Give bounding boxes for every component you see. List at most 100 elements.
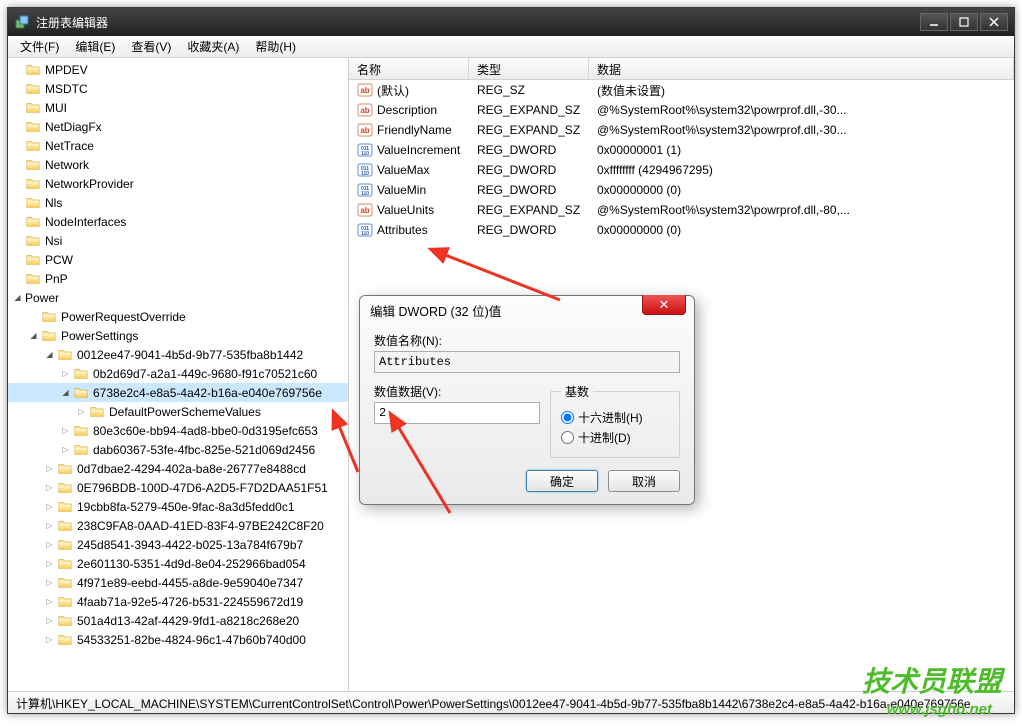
cancel-button[interactable]: 取消 — [608, 470, 680, 492]
col-name[interactable]: 名称 — [349, 58, 469, 79]
value-type: REG_DWORD — [469, 183, 589, 197]
tree-item[interactable]: 19cbb8fa-5279-450e-9fac-8a3d5fedd0c1 — [8, 497, 348, 516]
tree-item[interactable]: PowerSettings — [8, 326, 348, 345]
tree-item[interactable]: 0E796BDB-100D-47D6-A2D5-F7D2DAA51F51 — [8, 478, 348, 497]
tree-label: PCW — [45, 253, 73, 267]
value-type: REG_DWORD — [469, 163, 589, 177]
menubar[interactable]: 文件(F) 编辑(E) 查看(V) 收藏夹(A) 帮助(H) — [8, 36, 1014, 58]
tree-item[interactable]: PCW — [8, 250, 348, 269]
radio-hex-row[interactable]: 十六进制(H) — [561, 409, 669, 426]
tree-panel[interactable]: MPDEVMSDTCMUINetDiagFxNetTraceNetworkNet… — [8, 58, 349, 691]
expander-icon[interactable] — [60, 387, 71, 398]
tree-item[interactable]: 501a4d13-42af-4429-9fd1-a8218c268e20 — [8, 611, 348, 630]
tree-item[interactable]: 54533251-82be-4824-96c1-47b60b740d00 — [8, 630, 348, 649]
expander-icon[interactable] — [44, 596, 55, 607]
tree-label: 2e601130-5351-4d9d-8e04-252966bad054 — [77, 557, 306, 571]
value-name: ValueIncrement — [377, 143, 460, 157]
tree-item[interactable]: 0012ee47-9041-4b5d-9b77-535fba8b1442 — [8, 345, 348, 364]
tree-item[interactable]: 6738e2c4-e8a5-4a42-b16a-e040e769756e — [8, 383, 348, 402]
tree-item[interactable]: MSDTC — [8, 79, 348, 98]
menu-view[interactable]: 查看(V) — [123, 36, 179, 57]
expander-icon[interactable] — [44, 463, 55, 474]
tree-item[interactable]: PnP — [8, 269, 348, 288]
value-data-input[interactable] — [374, 402, 540, 424]
ok-button[interactable]: 确定 — [526, 470, 598, 492]
menu-edit[interactable]: 编辑(E) — [67, 36, 123, 57]
folder-icon — [25, 196, 41, 210]
menu-file[interactable]: 文件(F) — [12, 36, 67, 57]
tree-label: Power — [25, 291, 59, 305]
maximize-button[interactable] — [950, 13, 978, 31]
menu-help[interactable]: 帮助(H) — [247, 36, 304, 57]
radio-hex[interactable] — [561, 411, 574, 424]
dialog-close-button[interactable]: ✕ — [642, 295, 686, 315]
expander-icon[interactable] — [60, 444, 71, 455]
expander-icon[interactable] — [60, 368, 71, 379]
tree-label: PowerRequestOverride — [61, 310, 186, 324]
tree-item[interactable]: Nsi — [8, 231, 348, 250]
list-row[interactable]: (默认)REG_SZ(数值未设置) — [349, 80, 1014, 100]
expander-icon[interactable] — [44, 501, 55, 512]
tree-item[interactable]: 0d7dbae2-4294-402a-ba8e-26777e8488cd — [8, 459, 348, 478]
list-row[interactable]: ValueIncrementREG_DWORD0x00000001 (1) — [349, 140, 1014, 160]
value-name: (默认) — [377, 82, 409, 99]
tree-item[interactable]: NetDiagFx — [8, 117, 348, 136]
list-row[interactable]: ValueMinREG_DWORD0x00000000 (0) — [349, 180, 1014, 200]
expander-icon[interactable] — [44, 520, 55, 531]
list-row[interactable]: AttributesREG_DWORD0x00000000 (0) — [349, 220, 1014, 240]
tree-item[interactable]: 4faab71a-92e5-4726-b531-224559672d19 — [8, 592, 348, 611]
value-data: 0x00000000 (0) — [589, 183, 1014, 197]
tree-item[interactable]: 80e3c60e-bb94-4ad8-bbe0-0d3195efc653 — [8, 421, 348, 440]
base-legend: 基数 — [561, 383, 593, 400]
tree-item[interactable]: 238C9FA8-0AAD-41ED-83F4-97BE242C8F20 — [8, 516, 348, 535]
expander-icon[interactable] — [44, 482, 55, 493]
folder-icon — [57, 462, 73, 476]
tree-item[interactable]: NetworkProvider — [8, 174, 348, 193]
tree-item[interactable]: Nls — [8, 193, 348, 212]
titlebar[interactable]: 注册表编辑器 — [8, 8, 1014, 36]
tree-item[interactable]: DefaultPowerSchemeValues — [8, 402, 348, 421]
tree-item[interactable]: NetTrace — [8, 136, 348, 155]
folder-icon — [57, 595, 73, 609]
expander-icon[interactable] — [60, 425, 71, 436]
expander-icon[interactable] — [44, 634, 55, 645]
expander-icon[interactable] — [44, 539, 55, 550]
tree-item[interactable]: MPDEV — [8, 60, 348, 79]
tree-item[interactable]: 4f971e89-eebd-4455-a8de-9e59040e7347 — [8, 573, 348, 592]
tree-item[interactable]: Network — [8, 155, 348, 174]
expander-icon[interactable] — [28, 330, 39, 341]
tree-item[interactable]: dab60367-53fe-4fbc-825e-521d069d2456 — [8, 440, 348, 459]
expander-icon[interactable] — [44, 558, 55, 569]
radio-dec-row[interactable]: 十进制(D) — [561, 429, 669, 446]
expander-icon[interactable] — [12, 292, 23, 303]
expander-icon[interactable] — [44, 615, 55, 626]
list-row[interactable]: ValueUnitsREG_EXPAND_SZ@%SystemRoot%\sys… — [349, 200, 1014, 220]
value-name: Description — [377, 103, 437, 117]
tree-item[interactable]: MUI — [8, 98, 348, 117]
tree-item[interactable]: 0b2d69d7-a2a1-449c-9680-f91c70521c60 — [8, 364, 348, 383]
tree-item[interactable]: 245d8541-3943-4422-b025-13a784f679b7 — [8, 535, 348, 554]
value-type: REG_EXPAND_SZ — [469, 203, 589, 217]
list-row[interactable]: DescriptionREG_EXPAND_SZ@%SystemRoot%\sy… — [349, 100, 1014, 120]
expander-icon[interactable] — [44, 349, 55, 360]
col-type[interactable]: 类型 — [469, 58, 589, 79]
tree-item[interactable]: 2e601130-5351-4d9d-8e04-252966bad054 — [8, 554, 348, 573]
tree-label: 4faab71a-92e5-4726-b531-224559672d19 — [77, 595, 303, 609]
radio-dec[interactable] — [561, 431, 574, 444]
list-row[interactable]: ValueMaxREG_DWORD0xffffffff (4294967295) — [349, 160, 1014, 180]
menu-favorites[interactable]: 收藏夹(A) — [179, 36, 247, 57]
value-name-input[interactable] — [374, 351, 680, 373]
minimize-button[interactable] — [920, 13, 948, 31]
col-data[interactable]: 数据 — [589, 58, 1014, 79]
tree-item[interactable]: PowerRequestOverride — [8, 307, 348, 326]
tree-label: 54533251-82be-4824-96c1-47b60b740d00 — [77, 633, 306, 647]
close-button[interactable] — [980, 13, 1008, 31]
folder-icon — [25, 272, 41, 286]
tree-item[interactable]: Power — [8, 288, 348, 307]
expander-icon[interactable] — [44, 577, 55, 588]
expander-icon[interactable] — [76, 406, 87, 417]
edit-dword-dialog[interactable]: ✕ 编辑 DWORD (32 位)值 数值名称(N): 数值数据(V): 基数 … — [359, 295, 695, 505]
list-header[interactable]: 名称 类型 数据 — [349, 58, 1014, 80]
list-row[interactable]: FriendlyNameREG_EXPAND_SZ@%SystemRoot%\s… — [349, 120, 1014, 140]
tree-item[interactable]: NodeInterfaces — [8, 212, 348, 231]
